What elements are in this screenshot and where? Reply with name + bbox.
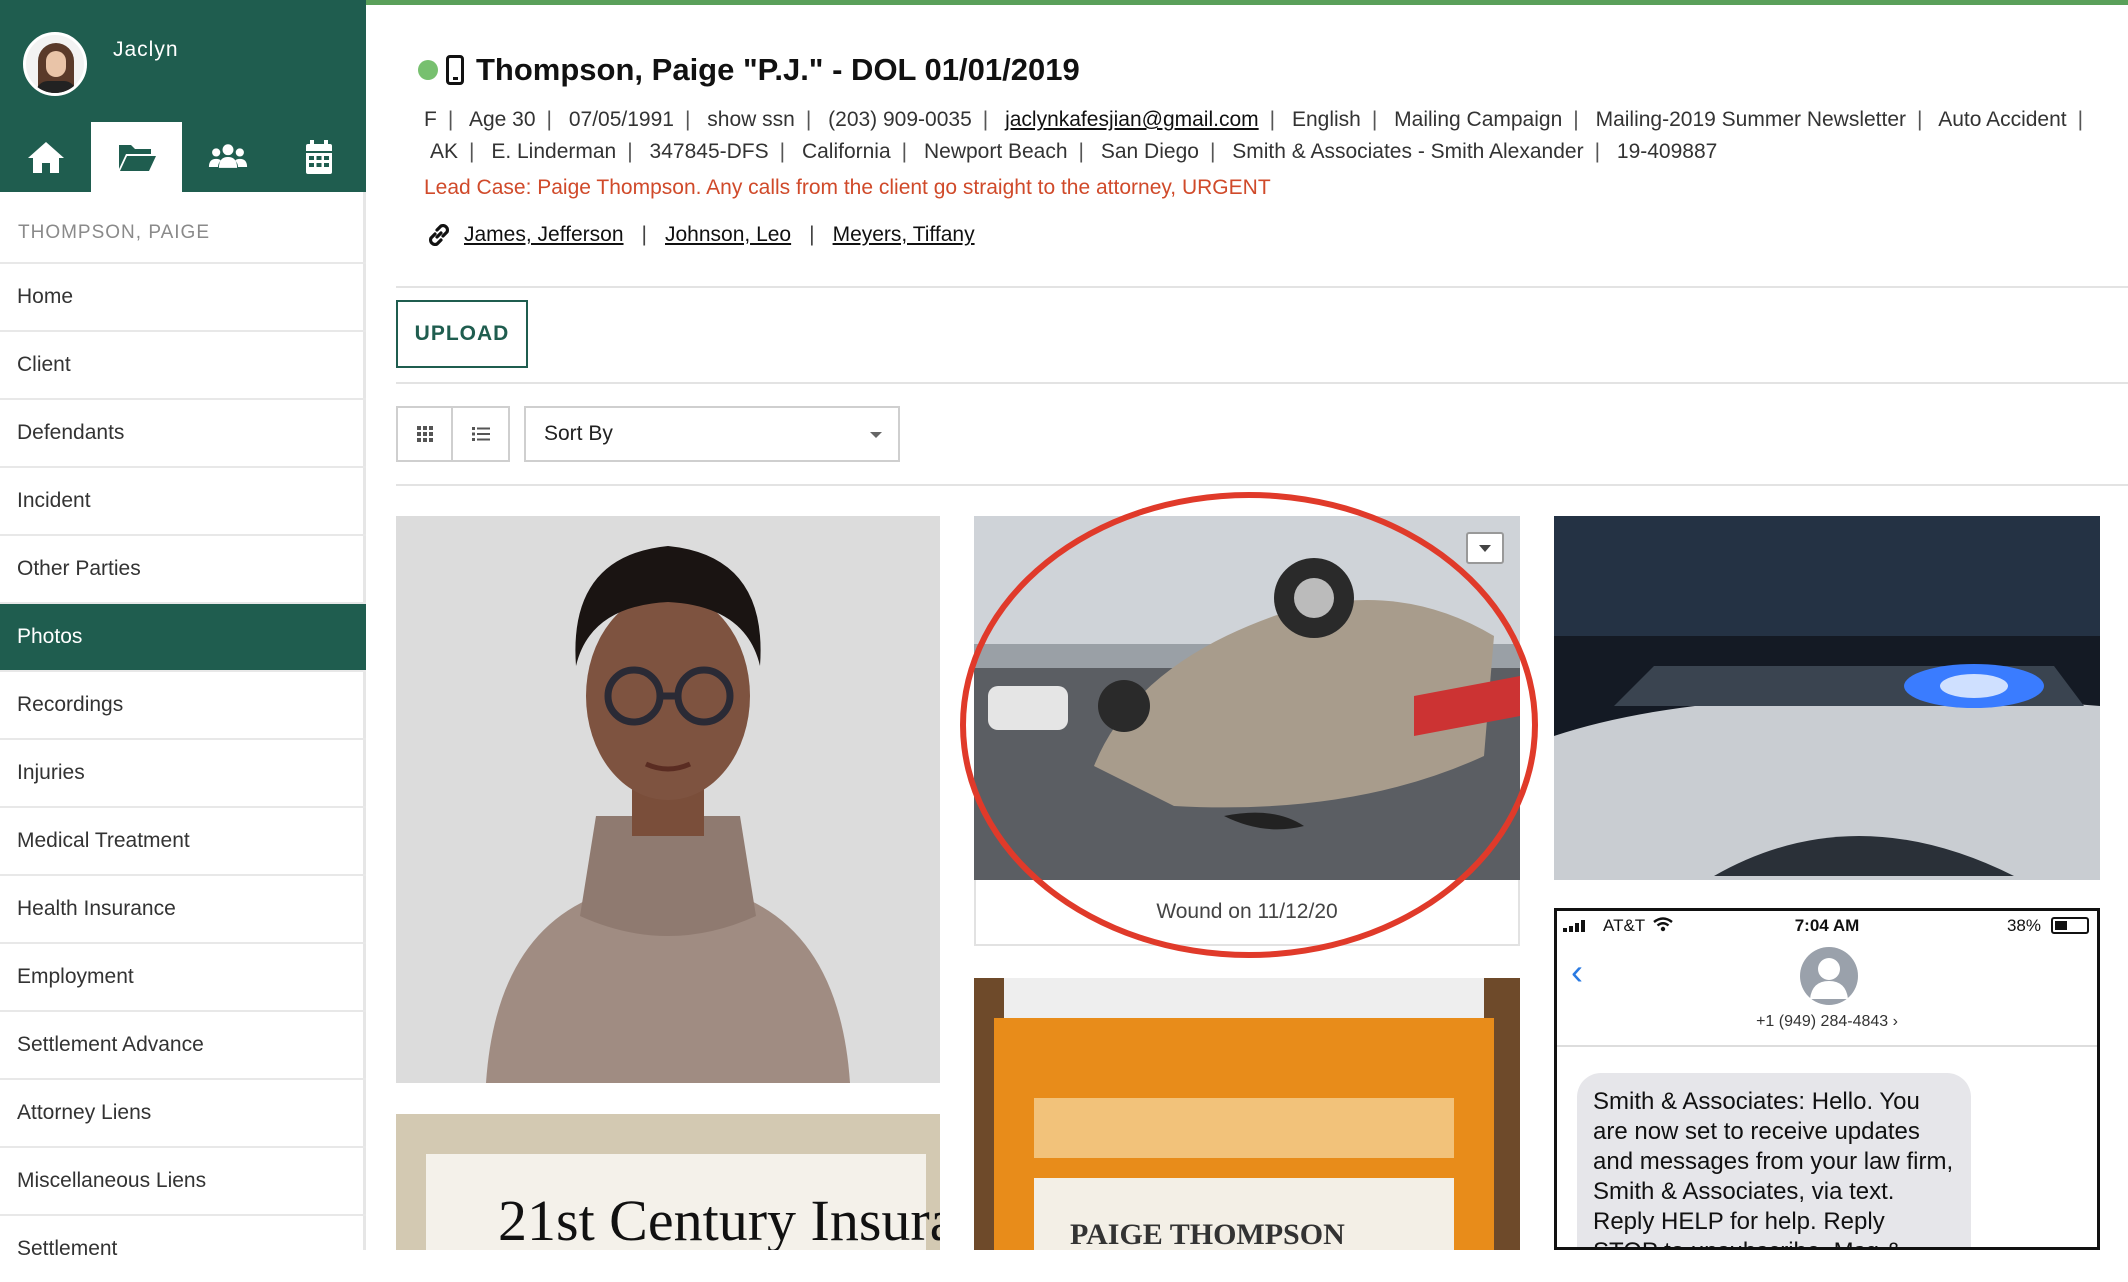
case-info-line-2: AK | E. Linderman | 347845-DFS | California… [430, 140, 1718, 163]
status-dot [418, 60, 438, 80]
info-gender: F [424, 108, 437, 131]
avatar[interactable] [23, 32, 87, 96]
sidebar-case-name: THOMPSON, PAIGE [18, 222, 211, 243]
sort-by-label: Sort By [544, 422, 613, 445]
calendar-icon[interactable] [273, 122, 364, 192]
linked-case-link[interactable]: Johnson, Leo [665, 223, 791, 247]
divider [396, 484, 2128, 486]
ios-status-bar: AT&T 7:04 AM 38% [1557, 911, 2097, 941]
show-ssn-link[interactable]: show ssn [707, 108, 795, 131]
home-icon[interactable] [0, 122, 91, 192]
linked-cases: James, Jefferson | Johnson, Leo | Meyers… [424, 220, 975, 250]
upload-button[interactable]: UPLOAD [396, 300, 528, 368]
chevron-down-icon [870, 432, 882, 438]
info-firm: Smith & Associates - Smith Alexander [1232, 140, 1584, 163]
folder-open-icon[interactable] [91, 122, 182, 192]
back-chevron-icon: ‹ [1571, 951, 1583, 992]
info-state: California [801, 140, 891, 163]
divider [396, 286, 2128, 288]
case-title-row: Thompson, Paige "P.J." - DOL 01/01/2019 [418, 52, 1080, 88]
info-claim-number: 347845-DFS [649, 140, 769, 163]
list-view-icon[interactable] [453, 408, 508, 460]
sidebar-item-attorney-liens[interactable]: Attorney Liens [0, 1078, 366, 1146]
user-name: Jaclyn [113, 38, 179, 61]
info-initials: AK [430, 140, 459, 163]
divider [396, 382, 2128, 384]
sidebar-item-defendants[interactable]: Defendants [0, 398, 366, 466]
sidebar-item-client[interactable]: Client [0, 330, 366, 398]
info-case-type: Auto Accident [1938, 108, 2067, 131]
case-info-line-1: F | Age 30 | 07/05/1991 | show ssn | (203) 9… [424, 108, 2084, 131]
photo-options-dropdown[interactable] [1466, 532, 1504, 564]
sidebar-nav-icons [0, 122, 366, 192]
sidebar-item-settlement[interactable]: Settlement [0, 1214, 366, 1282]
pill-label-text: PAIGE THOMPSON [1070, 1218, 1345, 1250]
view-toggle [396, 406, 510, 462]
lead-case-note: Lead Case: Paige Thompson. Any calls fro… [424, 176, 1271, 199]
linked-case-link[interactable]: Meyers, Tiffany [833, 223, 975, 247]
info-phone: (203) 909-0035 [828, 108, 972, 131]
insurance-card-text: 21st Century Insurance [498, 1188, 940, 1250]
highlight-annotation-ring [960, 492, 1538, 958]
sort-by-select[interactable]: Sort By [524, 406, 900, 462]
sms-message-bubble: Smith & Associates: Hello. You are now s… [1577, 1073, 1971, 1247]
sidebar-item-injuries[interactable]: Injuries [0, 738, 366, 806]
sidebar-item-incident[interactable]: Incident [0, 466, 366, 534]
sidebar-item-medical-treatment[interactable]: Medical Treatment [0, 806, 366, 874]
info-city: Newport Beach [923, 140, 1068, 163]
photo-insurance-card[interactable]: 21st Century Insurance [396, 1114, 940, 1250]
divider [1557, 1045, 2097, 1047]
contact-number: +1 (949) 284-4843 › [1756, 1013, 1898, 1030]
info-language: English [1291, 108, 1361, 131]
sidebar: Jaclyn THOMPSON, PAIGE Home Client Defen… [0, 0, 366, 1260]
info-dob: 07/05/1991 [568, 108, 674, 131]
sidebar-menu: Home Client Defendants Incident Other Pa… [0, 262, 366, 1282]
photo-client-portrait[interactable] [396, 516, 940, 1083]
info-case-number: 19-409887 [1616, 140, 1718, 163]
mobile-phone-icon [446, 55, 464, 85]
sidebar-item-home[interactable]: Home [0, 262, 366, 330]
sidebar-item-miscellaneous-liens[interactable]: Miscellaneous Liens [0, 1146, 366, 1214]
photo-pill-bottle[interactable]: PAIGE THOMPSON [974, 978, 1520, 1250]
users-icon[interactable] [182, 122, 273, 192]
photo-police-car[interactable] [1554, 516, 2100, 880]
grid-view-icon[interactable] [398, 408, 454, 460]
sidebar-item-settlement-advance[interactable]: Settlement Advance [0, 1010, 366, 1078]
page-title: Thompson, Paige "P.J." - DOL 01/01/2019 [476, 52, 1080, 87]
main-content: Thompson, Paige "P.J." - DOL 01/01/2019 … [396, 0, 2128, 1250]
info-age: Age 30 [468, 108, 536, 131]
sidebar-item-photos[interactable]: Photos [0, 602, 366, 670]
sidebar-item-employment[interactable]: Employment [0, 942, 366, 1010]
info-campaign: Mailing Campaign [1394, 108, 1563, 131]
chevron-down-icon [1479, 544, 1491, 552]
sidebar-header: Jaclyn [0, 0, 366, 192]
contact-avatar [1800, 947, 1858, 1005]
linked-case-link[interactable]: James, Jefferson [464, 223, 624, 247]
info-email-link[interactable]: jaclynkafesjian@gmail.com [1005, 108, 1259, 131]
sidebar-item-recordings[interactable]: Recordings [0, 670, 366, 738]
ios-battery-level: 38% [2006, 916, 2041, 935]
sidebar-item-health-insurance[interactable]: Health Insurance [0, 874, 366, 942]
info-newsletter: Mailing-2019 Summer Newsletter [1595, 108, 1907, 131]
info-venue: San Diego [1100, 140, 1199, 163]
photo-sms-screenshot[interactable]: AT&T 7:04 AM 38% ‹ +1 (949) 284-4843 › S… [1554, 908, 2100, 1250]
battery-icon [2051, 917, 2089, 934]
info-attorney: E. Linderman [491, 140, 617, 163]
sidebar-item-other-parties[interactable]: Other Parties [0, 534, 366, 602]
link-icon [428, 223, 450, 247]
